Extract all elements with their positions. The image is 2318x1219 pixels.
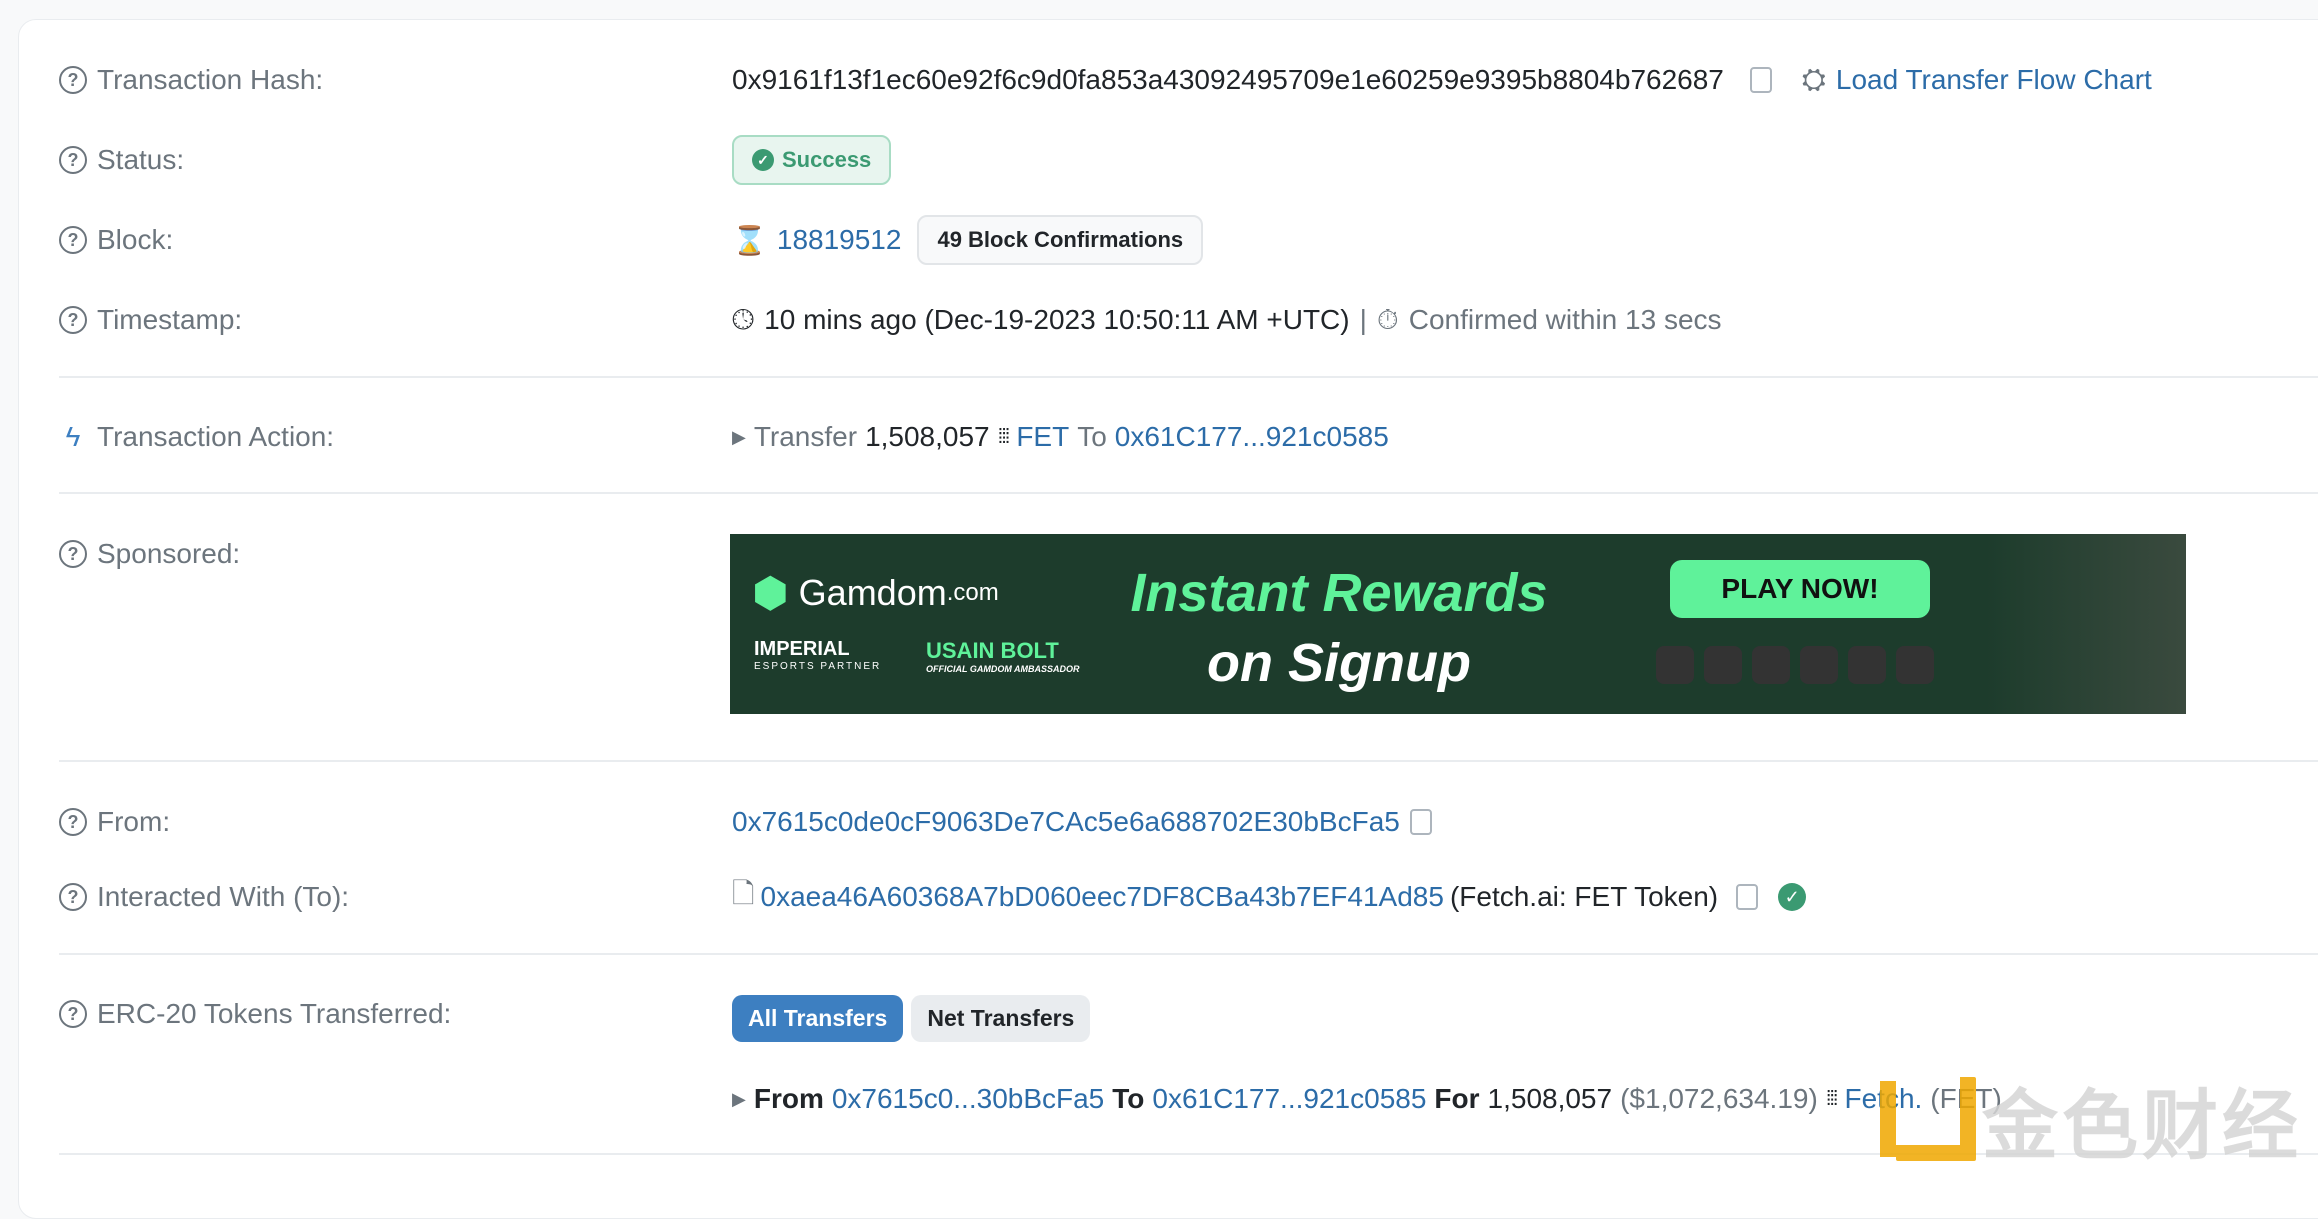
tx-hash: 0x9161f13f1ec60e92f6c9d0fa853a4309249570… <box>732 64 1724 95</box>
caret-right-icon[interactable]: ▶ <box>732 427 746 448</box>
from-word: From <box>753 1083 824 1114</box>
confirmations-badge: 49 Block Confirmations <box>917 215 1204 265</box>
copy-icon[interactable] <box>1749 67 1772 93</box>
row-hash: ? Transaction Hash: 0x9161f13f1ec60e92f6c… <box>59 58 2318 102</box>
row-action: ϟ Transaction Action: ▶ Transfer 1,508,05… <box>59 415 2318 459</box>
from-address-link[interactable]: 0x7615c0de0cF9063De7CAc5e6a688702E30bBcF… <box>732 806 1400 838</box>
watermark-logo-icon <box>1896 1077 1976 1161</box>
row-erc20: ? ERC-20 Tokens Transferred: All Transfer… <box>59 992 2318 1042</box>
divider <box>59 492 2318 494</box>
transfer-to-link[interactable]: 0x61C177...921c0585 <box>1152 1083 1426 1115</box>
for-word: For <box>1434 1083 1480 1114</box>
partner-usain-bolt: USAIN BOLT OFFICIAL GAMDOM AMBASSADOR <box>926 638 1080 674</box>
tab-net-transfers[interactable]: Net Transfers <box>911 995 1091 1042</box>
verified-check-icon: ✓ <box>1778 883 1807 911</box>
to-address-link[interactable]: 0x61C177...921c0585 <box>1115 421 1389 453</box>
stopwatch-icon: ⏱︎ <box>1376 303 1399 335</box>
check-circle-icon: ✓ <box>752 149 774 171</box>
action-amount: 1,508,057 <box>865 421 990 452</box>
transfer-amount: 1,508,057 <box>1487 1083 1613 1114</box>
row-interacted-with: ? Interacted With (To): 🗋︎ 0xaea46A60368A7… <box>59 875 2318 919</box>
label: Timestamp: <box>97 304 243 335</box>
caret-right-icon[interactable]: ▶ <box>732 1089 746 1110</box>
token-link[interactable]: FET <box>1016 421 1069 453</box>
help-icon[interactable]: ? <box>59 306 87 334</box>
copy-icon[interactable] <box>1409 809 1432 835</box>
row-from: ? From: 0x7615c0de0cF9063De7CAc5e6a688702… <box>59 800 2318 844</box>
divider <box>59 760 2318 762</box>
row-block: ? Block: ⌛ 18819512 49 Block Confirmations <box>59 215 2318 265</box>
contract-address-link[interactable]: 0xaea46A60368A7bD060eec7DF8CBa43b7EF41Ad… <box>761 881 1444 913</box>
load-flow-chart-link[interactable]: Load Transfer Flow Chart <box>1836 64 2152 96</box>
help-icon[interactable]: ? <box>59 540 87 568</box>
token-icon: ⁞⁞⁞ <box>1825 1087 1839 1110</box>
row-status: ? Status: ✓ Success <box>59 135 2318 185</box>
label: Transaction Hash: <box>97 64 324 95</box>
timestamp-text: 10 mins ago (Dec-19-2023 10:50:11 AM +UT… <box>764 304 1350 335</box>
banner-brand: ⬢ Gamdom .com <box>752 568 999 617</box>
ambassador-image <box>1986 534 2186 714</box>
confirmed-text: Confirmed within 13 secs <box>1408 304 1722 335</box>
row-timestamp: ? Timestamp: 🕓︎ 10 mins ago (Dec-19-2023 1… <box>59 298 2318 342</box>
separator: | <box>1359 304 1367 335</box>
help-icon[interactable]: ? <box>59 1000 87 1028</box>
label: Transaction Action: <box>97 421 335 452</box>
tab-all-transfers[interactable]: All Transfers <box>732 995 904 1042</box>
watermark: 金色财经 <box>1896 1064 2302 1174</box>
label: Interacted With (To): <box>97 881 350 912</box>
transfer-from-link[interactable]: 0x7615c0...30bBcFa5 <box>832 1083 1104 1115</box>
to-word: To <box>1077 421 1107 452</box>
copy-icon[interactable] <box>1736 884 1759 910</box>
sponsored-banner[interactable]: ⬢ Gamdom .com IMPERIAL ESPORTS PARTNER USAI… <box>730 534 2186 714</box>
payment-icons <box>1656 646 1934 684</box>
watermark-text: 金色财经 <box>1982 1084 2302 1169</box>
status-badge: ✓ Success <box>732 135 892 185</box>
help-icon[interactable]: ? <box>59 883 87 911</box>
label: Sponsored: <box>97 538 241 569</box>
token-icon: ⁞⁞⁞ <box>997 425 1011 448</box>
clock-icon: 🕓︎ <box>732 303 755 335</box>
partner-imperial: IMPERIAL ESPORTS PARTNER <box>754 638 882 672</box>
label: ERC-20 Tokens Transferred: <box>97 998 452 1029</box>
status-text: Success <box>782 147 872 172</box>
play-now-button[interactable]: PLAY NOW! <box>1670 560 1930 618</box>
gamdom-logo-icon: ⬢ <box>752 569 789 616</box>
brand-name: Gamdom <box>798 571 947 613</box>
lightning-icon: ϟ <box>65 421 81 452</box>
divider <box>59 953 2318 955</box>
brand-suffix: .com <box>946 578 999 606</box>
label: Status: <box>97 144 185 175</box>
contract-name: (Fetch.ai: FET Token) <box>1449 881 1719 912</box>
label: From: <box>97 806 171 837</box>
banner-headline: Instant Rewards on Signup <box>1130 563 1548 693</box>
help-icon[interactable]: ? <box>59 66 87 94</box>
divider <box>59 376 2318 378</box>
help-icon[interactable]: ? <box>59 226 87 254</box>
to-word: To <box>1112 1083 1145 1114</box>
contract-file-icon: 🗋︎ <box>732 878 755 909</box>
label: Block: <box>97 224 174 255</box>
block-number-link[interactable]: 18819512 <box>777 224 902 256</box>
hourglass-icon: ⌛ <box>732 224 767 256</box>
help-icon[interactable]: ? <box>59 808 87 836</box>
transfer-usd: ($1,072,634.19) <box>1620 1083 1818 1114</box>
flow-chart-icon[interactable]: ⛭ <box>1802 63 1826 97</box>
help-icon[interactable]: ? <box>59 146 87 174</box>
action-verb: Transfer <box>753 421 858 452</box>
